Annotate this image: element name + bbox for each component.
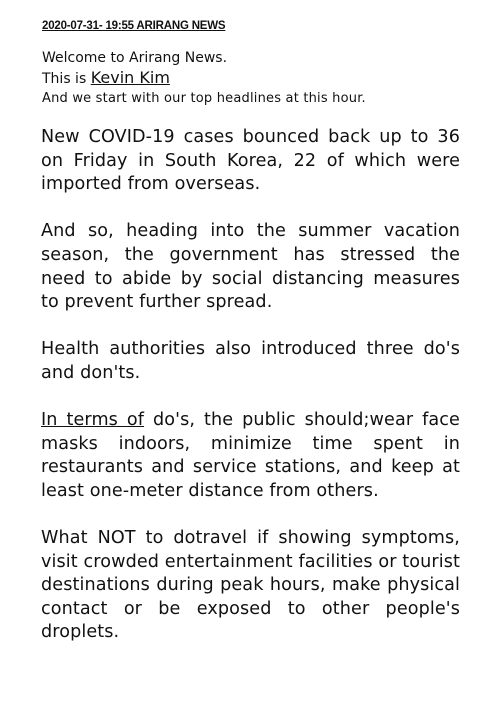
article-body: New COVID-19 cases bounced back up to 36… (41, 126, 460, 669)
in-terms-of-phrase: In terms of (41, 410, 145, 431)
anchor-name: Kevin Kim (90, 68, 170, 87)
welcome-line: Welcome to Arirang News. (42, 50, 228, 66)
headlines-line: And we start with our top headlines at t… (42, 91, 366, 106)
paragraph-dos-donts: Health authorities also introduced three… (41, 339, 460, 383)
this-is-text: This is (42, 71, 91, 87)
paragraph-covid-cases: New COVID-19 cases bounced back up to 36… (41, 127, 460, 195)
paragraph-summer-season: And so, heading into the summer vacation… (41, 221, 460, 313)
anchor-line: This is Kevin Kim (42, 68, 472, 89)
intro-block: Welcome to Arirang News. This is Kevin K… (42, 48, 472, 109)
paragraph-dos: In terms of do's, the public should;wear… (41, 409, 460, 503)
document-page: 2020-07-31- 19:55 ARIRANG NEWS Welcome t… (0, 0, 502, 728)
paragraph-donts: What NOT to dotravel if showing symptoms… (41, 528, 460, 643)
dateline-header: 2020-07-31- 19:55 ARIRANG NEWS (42, 20, 226, 32)
